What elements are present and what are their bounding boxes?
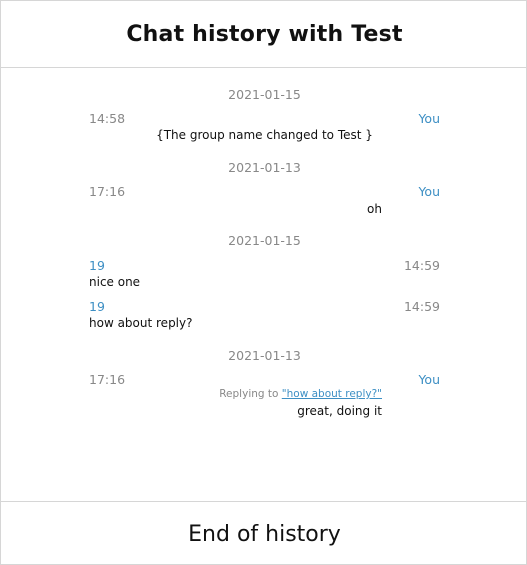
message-time: 14:58: [89, 111, 126, 126]
message-sender: You: [418, 184, 440, 199]
date-separator: 2021-01-13: [228, 160, 301, 175]
message-time: 14:59: [403, 299, 440, 314]
end-of-history-label: End of history: [188, 521, 341, 547]
message-sender: You: [418, 111, 440, 126]
message-text: great, doing it: [297, 404, 382, 418]
message-sender: 19: [89, 299, 105, 314]
message-time: 17:16: [89, 184, 126, 199]
reply-reference: Replying to "how about reply?": [219, 388, 382, 400]
system-message: {The group name changed to Test }: [156, 128, 373, 142]
page-title: Chat history with Test: [126, 21, 403, 47]
reply-prefix: Replying to: [219, 388, 282, 400]
message-text: nice one: [89, 275, 141, 289]
message-text: oh: [367, 202, 382, 216]
message-text: how about reply?: [89, 316, 193, 330]
reply-link[interactable]: "how about reply?": [282, 388, 382, 400]
date-separator: 2021-01-15: [228, 233, 301, 248]
message-sender: You: [418, 372, 440, 387]
chat-history-window: Chat history with Test 2021-01-15 14:58 …: [0, 0, 527, 565]
date-separator: 2021-01-13: [228, 348, 301, 363]
message-sender: 19: [89, 258, 105, 273]
message-time: 14:59: [403, 258, 440, 273]
message-time: 17:16: [89, 372, 126, 387]
footer: End of history: [1, 501, 527, 565]
date-separator: 2021-01-15: [228, 87, 301, 102]
header: Chat history with Test: [1, 1, 527, 68]
message-history: 2021-01-15 14:58 You {The group name cha…: [1, 68, 527, 501]
